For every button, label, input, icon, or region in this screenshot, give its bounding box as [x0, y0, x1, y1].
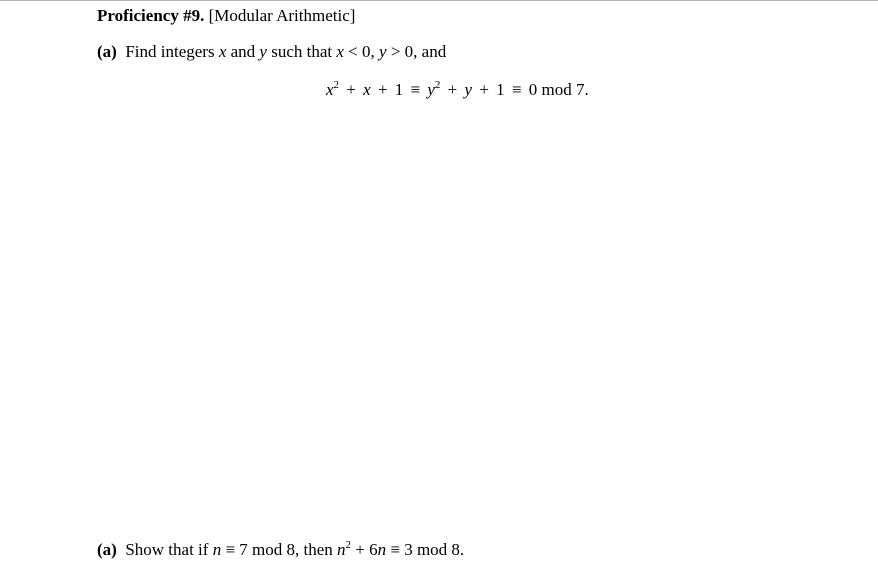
- operator: +: [346, 80, 356, 99]
- operator: ≡: [511, 80, 522, 99]
- problem-header: Proficiency #9. [Modular Arithmetic]: [97, 6, 355, 26]
- text-segment: + 6: [355, 540, 378, 559]
- exponent: 2: [345, 539, 352, 551]
- part-label: (a): [97, 42, 117, 61]
- text-segment: and: [230, 42, 256, 61]
- math-variable: x: [326, 80, 334, 99]
- exponent: 2: [333, 79, 340, 91]
- text-segment: such that: [271, 42, 333, 61]
- math-variable: x: [363, 80, 371, 99]
- exponent: 2: [434, 79, 441, 91]
- math-variable: n: [212, 540, 222, 559]
- math-variable: y: [259, 42, 267, 61]
- modulus-text: mod 7.: [541, 80, 589, 99]
- part-label: (a): [97, 540, 117, 559]
- text-segment: > 0, and: [390, 42, 447, 61]
- math-variable: y: [427, 80, 435, 99]
- constant: 1: [496, 80, 505, 99]
- text-segment: < 0,: [348, 42, 375, 61]
- constant: 1: [394, 80, 404, 99]
- part-a-show-that: (a) Show that if n ≡ 7 mod 8, then n2 + …: [97, 540, 464, 560]
- part-a-find-integers: (a) Find integers x and y such that x < …: [97, 42, 446, 62]
- math-variable: y: [379, 42, 387, 61]
- problem-number: Proficiency #9.: [97, 6, 205, 25]
- text-segment: ≡ 3 mod 8.: [390, 540, 465, 559]
- math-variable: x: [218, 42, 227, 61]
- math-variable: n: [337, 540, 346, 559]
- operator: +: [377, 80, 388, 99]
- math-variable: y: [464, 80, 473, 99]
- text-segment: Find integers: [125, 42, 215, 61]
- display-equation: x2 + x + 1 ≡ y2 + y + 1 ≡ 0 mod 7.: [326, 80, 589, 100]
- math-variable: n: [377, 540, 387, 559]
- text-segment: Show that if: [125, 540, 209, 559]
- operator: +: [479, 80, 489, 99]
- math-variable: x: [336, 42, 344, 61]
- text-segment: ≡ 7 mod 8, then: [225, 540, 333, 559]
- operator: ≡: [410, 80, 421, 99]
- top-border: [0, 0, 878, 1]
- problem-topic: [Modular Arithmetic]: [208, 6, 356, 25]
- constant: 0: [528, 80, 538, 99]
- operator: +: [447, 80, 458, 99]
